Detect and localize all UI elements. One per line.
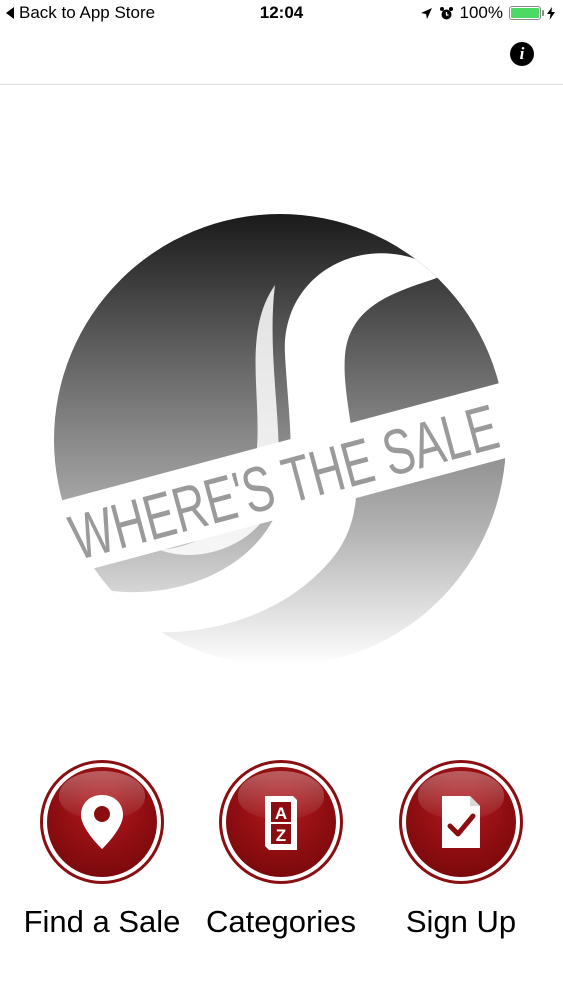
sign-up-label: Sign Up	[405, 904, 517, 939]
info-icon[interactable]: i	[510, 42, 534, 66]
categories-label: Categories	[206, 904, 356, 939]
svg-text:A: A	[275, 804, 287, 823]
alarm-clock-icon	[439, 6, 453, 19]
document-check-icon	[442, 796, 480, 848]
battery-percentage: 100%	[459, 3, 503, 22]
status-indicators: 100%	[420, 3, 555, 23]
back-chevron-icon	[6, 7, 14, 19]
find-a-sale-button[interactable]: Find a Sale	[12, 760, 192, 940]
battery-fill	[511, 8, 539, 18]
status-bar: Back to App Store 12:04 100%	[0, 0, 563, 26]
charging-bolt-icon	[547, 6, 555, 20]
location-arrow-icon	[420, 7, 432, 19]
back-label: Back to App Store	[19, 3, 156, 22]
find-a-sale-label: Find a Sale	[23, 904, 181, 939]
battery-icon	[509, 6, 544, 20]
back-to-app-store-link[interactable]: Back to App Store	[6, 3, 155, 23]
sign-up-button[interactable]: Sign Up	[371, 760, 551, 940]
wheres-the-sale-logo: WHERE'S THE SALE	[39, 205, 523, 675]
a-z-book-icon: A Z	[265, 796, 297, 850]
categories-button[interactable]: A Z Categories	[191, 760, 371, 940]
svg-text:Z: Z	[276, 826, 286, 845]
location-pin-icon	[81, 795, 123, 849]
nav-bar: i	[0, 26, 563, 85]
